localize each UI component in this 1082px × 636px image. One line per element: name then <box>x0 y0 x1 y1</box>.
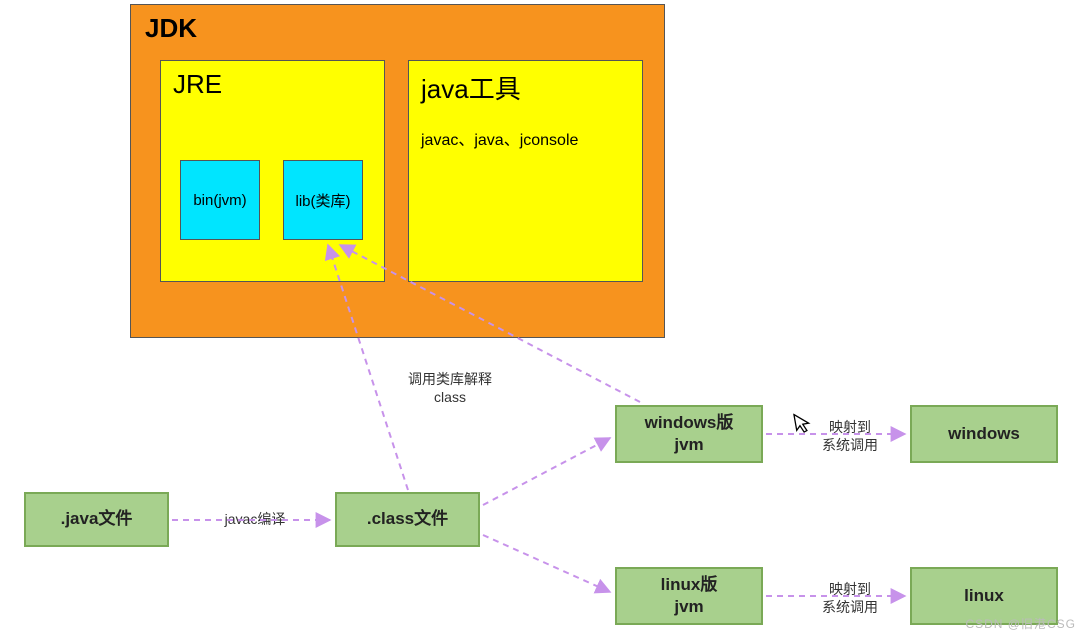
windows-box: windows <box>910 405 1058 463</box>
class-file-label: .class文件 <box>367 508 448 530</box>
java-tools-list: javac、java、jconsole <box>421 126 630 150</box>
windows-label: windows <box>948 423 1020 445</box>
javac-label-text: javac编译 <box>225 511 286 527</box>
linux-jvm-line2: jvm <box>674 597 703 616</box>
class-file-box: .class文件 <box>335 492 480 547</box>
lib-call-label-line2: class <box>434 389 466 405</box>
windows-jvm-line2: jvm <box>674 435 703 454</box>
lib-call-label: 调用类库解释 class <box>390 370 510 406</box>
map-label-linux: 映射到 系统调用 <box>810 580 890 616</box>
lib-label: lib(类库) <box>296 190 351 211</box>
lib-call-label-line1: 调用类库解释 <box>408 371 492 387</box>
javac-label: javac编译 <box>210 510 300 528</box>
bin-jvm-box: bin(jvm) <box>180 160 260 240</box>
map-label-win: 映射到 系统调用 <box>810 418 890 454</box>
java-file-label: .java文件 <box>61 508 133 530</box>
linux-jvm-box: linux版 jvm <box>615 567 763 625</box>
watermark: CSDN @旧港CSG <box>965 615 1076 632</box>
bin-jvm-label: bin(jvm) <box>193 192 246 209</box>
map-label-win-line2: 系统调用 <box>822 437 878 453</box>
java-tools-title: java工具 <box>421 69 630 106</box>
windows-jvm-box: windows版 jvm <box>615 405 763 463</box>
linux-jvm-line1: linux版 <box>661 575 718 594</box>
jre-title: JRE <box>173 69 372 100</box>
map-label-linux-line2: 系统调用 <box>822 599 878 615</box>
java-tools-container: java工具 javac、java、jconsole <box>408 60 643 282</box>
map-label-linux-line1: 映射到 <box>829 581 871 597</box>
windows-jvm-line1: windows版 <box>645 413 734 432</box>
map-label-win-line1: 映射到 <box>829 419 871 435</box>
java-file-box: .java文件 <box>24 492 169 547</box>
lib-box: lib(类库) <box>283 160 363 240</box>
linux-label: linux <box>964 585 1004 607</box>
cursor-icon <box>793 411 815 441</box>
jdk-title: JDK <box>131 5 664 52</box>
